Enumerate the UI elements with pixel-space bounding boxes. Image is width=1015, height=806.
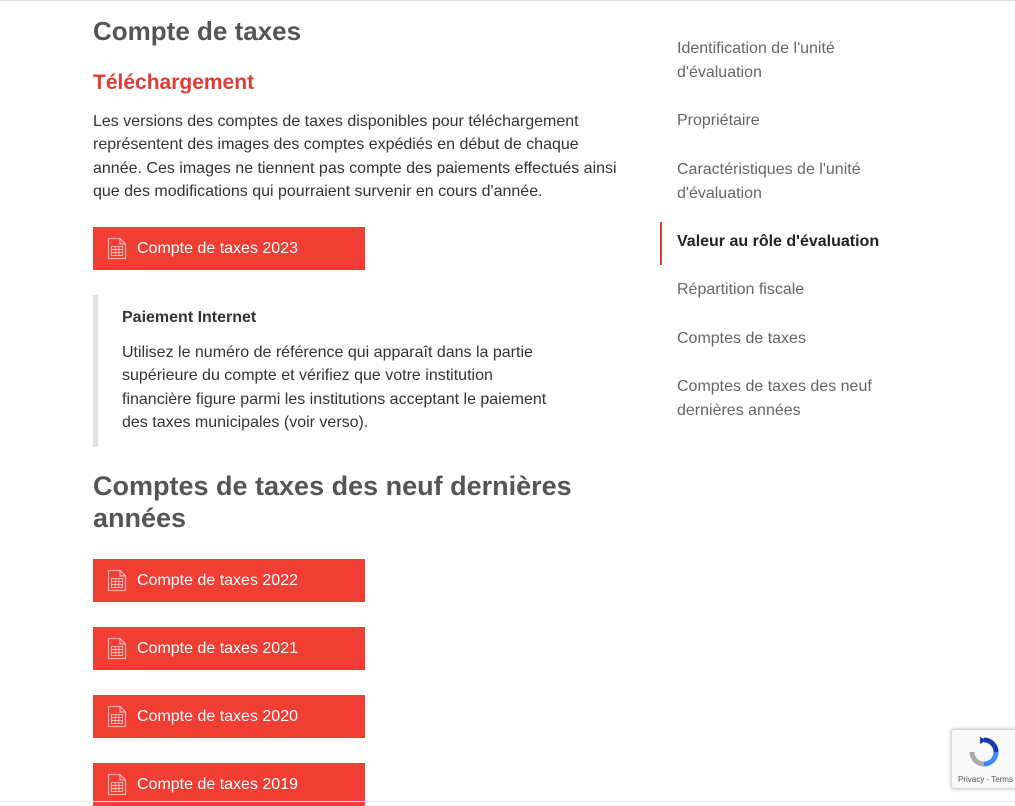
pdf-document-icon [106,237,128,261]
download-button-label: Compte de taxes 2023 [137,239,298,257]
top-divider [0,0,1015,1]
sidebar-item-proprietaire[interactable]: Propriétaire [660,109,900,133]
download-button-label: Compte de taxes 2019 [137,775,298,793]
download-tax-bill-2022-button[interactable]: Compte de taxes 2022 [93,559,365,602]
download-tax-bill-2023-button[interactable]: Compte de taxes 2023 [93,227,365,270]
download-tax-bill-2019-button[interactable]: Compte de taxes 2019 [93,763,365,806]
page-title: Compte de taxes [93,16,302,46]
sidebar-item-neuf-dernieres-annees[interactable]: Comptes de taxes des neuf dernières anné… [660,375,900,422]
payment-notice: Paiement Internet Utilisez le numéro de … [93,295,583,447]
download-button-label: Compte de taxes 2021 [137,639,298,657]
bottom-divider [0,801,1015,802]
pdf-document-icon [106,569,128,593]
recaptcha-privacy-terms[interactable]: Privacy - Terms [958,775,1013,784]
download-heading: Téléchargement [93,71,255,94]
sidebar-item-identification[interactable]: Identification de l'unité d'évaluation [660,37,900,84]
sidebar-item-repartition-fiscale[interactable]: Répartition fiscale [660,278,900,302]
download-tax-bill-2020-button[interactable]: Compte de taxes 2020 [93,695,365,738]
past-bills-heading: Comptes de taxes des neuf dernières anné… [93,471,572,533]
download-description: Les versions des comptes de taxes dispon… [93,113,617,200]
sidebar-item-caracteristiques[interactable]: Caractéristiques de l'unité d'évaluation [660,158,900,205]
sidebar-item-comptes-taxes[interactable]: Comptes de taxes [660,327,900,351]
download-button-label: Compte de taxes 2022 [137,571,298,589]
sidebar-item-valeur-role[interactable]: Valeur au rôle d'évaluation [660,222,900,265]
download-tax-bill-2021-button[interactable]: Compte de taxes 2021 [93,627,365,670]
recaptcha-badge[interactable]: Privacy - Terms [951,729,1015,789]
pdf-document-icon [106,705,128,729]
download-button-label: Compte de taxes 2020 [137,707,298,725]
recaptcha-icon [968,736,1000,768]
payment-notice-text: Utilisez le numéro de référence qui appa… [122,344,547,431]
payment-notice-title: Paiement Internet [122,309,257,326]
pdf-document-icon [106,773,128,797]
pdf-document-icon [106,637,128,661]
